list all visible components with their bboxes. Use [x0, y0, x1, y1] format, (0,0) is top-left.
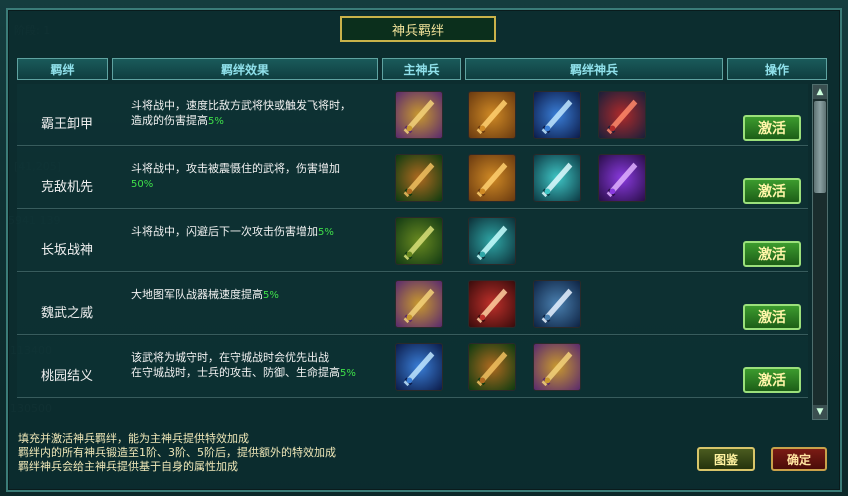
blue-sword-icon[interactable] [395, 343, 443, 391]
bond-row: 桃园结义 该武将为城守时，在守城战时会优先出战 在守城战时，士兵的攻击、防御、生命提… [17, 336, 808, 398]
scrollbar[interactable]: ▲ ▼ [812, 84, 828, 420]
bond-name: 魏武之威 [40, 306, 93, 321]
bond-effect: 大地图军队战器械速度提高5% [131, 287, 393, 303]
header-effect: 羁绊效果 [112, 58, 378, 80]
confirm-button[interactable]: 确定 [771, 447, 827, 471]
green-bow-icon[interactable] [395, 154, 443, 202]
scroll-down-icon[interactable]: ▼ [813, 405, 827, 419]
red-halberd-icon[interactable] [468, 280, 516, 328]
effect-line: 大地图军队战器械速度提高5% [131, 287, 393, 303]
green-bow-icon[interactable] [468, 343, 516, 391]
blue-sword-icon[interactable] [533, 91, 581, 139]
cyan-glaive-icon[interactable] [468, 217, 516, 265]
gold-axe-icon[interactable] [468, 91, 516, 139]
green-spear-icon[interactable] [395, 217, 443, 265]
purple-bow-icon[interactable] [598, 154, 646, 202]
effect-text: 大地图军队战器械速度提高 [131, 288, 263, 301]
effect-text: 该武将为城守时，在守城战时会优先出战 [131, 351, 329, 364]
bond-row: 霸王卸甲 斗将战中，速度比敌方武将快或触发飞将时， 造成的伤害提高5% 激活 [17, 84, 808, 146]
header-main-weapon: 主神兵 [382, 58, 461, 80]
bond-row: 克敌机先 斗将战中，攻击被震慑住的武将，伤害增加 50% 激活 [17, 147, 808, 209]
bond-effect: 斗将战中，闪避后下一次攻击伤害增加5% [131, 224, 393, 240]
effect-text: 斗将战中，攻击被震慑住的武将，伤害增加 [131, 162, 340, 175]
header-action: 操作 [727, 58, 827, 80]
bond-effect: 斗将战中，攻击被震慑住的武将，伤害增加 50% [131, 161, 393, 192]
footer-line: 羁绊内的所有神兵锻造至1阶、3阶、5阶后，提供额外的特效加成 [18, 446, 336, 459]
gold-blade-icon[interactable] [395, 280, 443, 328]
effect-text: 造成的伤害提高 [131, 114, 208, 127]
effect-percent: 5% [318, 227, 334, 238]
effect-line: 斗将战中，速度比敌方武将快或触发飞将时， [131, 98, 393, 113]
effect-line: 造成的伤害提高5% [131, 113, 393, 129]
footer-line: 填充并激活神兵羁绊，能为主神兵提供特效加成 [18, 432, 249, 445]
blue-greatsword-icon[interactable] [533, 280, 581, 328]
activate-button[interactable]: 激活 [743, 178, 801, 204]
effect-line: 该武将为城守时，在守城战时会优先出战 [131, 350, 393, 365]
effect-percent: 5% [263, 290, 279, 301]
activate-button[interactable]: 激活 [743, 304, 801, 330]
scroll-up-icon[interactable]: ▲ [813, 85, 827, 99]
bond-list: 霸王卸甲 斗将战中，速度比敌方武将快或触发飞将时， 造成的伤害提高5% 激活 克敌机先斗… [17, 84, 808, 420]
atlas-button[interactable]: 图鉴 [697, 447, 755, 471]
effect-line: 在守城战时，士兵的攻击、防御、生命提高5% [131, 365, 393, 381]
gold-axe-icon[interactable] [468, 154, 516, 202]
bond-row: 魏武之威 大地图军队战器械速度提高5% 激活 [17, 273, 808, 335]
header-bond: 羁绊 [17, 58, 108, 80]
footer-line: 羁绊神兵会给主神兵提供基于自身的属性加成 [18, 460, 238, 473]
footer-description: 填充并激活神兵羁绊，能为主神兵提供特效加成 羁绊内的所有神兵锻造至1阶、3阶、5… [18, 432, 336, 474]
scrollbar-thumb[interactable] [814, 101, 826, 193]
effect-percent: 50% [131, 179, 154, 190]
activate-button[interactable]: 激活 [743, 241, 801, 267]
dialog-title: 神兵羁绊 [340, 16, 496, 42]
bond-effect: 斗将战中，速度比敌方武将快或触发飞将时， 造成的伤害提高5% [131, 98, 393, 129]
bond-name: 克敌机先 [40, 180, 93, 195]
gold-blade-icon[interactable] [533, 343, 581, 391]
gold-blade-icon[interactable] [395, 91, 443, 139]
activate-button[interactable]: 激活 [743, 115, 801, 141]
effect-line: 50% [131, 176, 393, 192]
effect-line: 斗将战中，攻击被震慑住的武将，伤害增加 [131, 161, 393, 176]
bond-name: 长坂战神 [40, 243, 93, 258]
bond-effect: 该武将为城守时，在守城战时会优先出战 在守城战时，士兵的攻击、防御、生命提高5% [131, 350, 393, 381]
effect-line: 斗将战中，闪避后下一次攻击伤害增加5% [131, 224, 393, 240]
cyan-crossbow-icon[interactable] [533, 154, 581, 202]
header-bond-weapons: 羁绊神兵 [465, 58, 723, 80]
activate-button[interactable]: 激活 [743, 367, 801, 393]
red-blade-icon[interactable] [598, 91, 646, 139]
bond-row: 长坂战神 斗将战中，闪避后下一次攻击伤害增加5% 激活 [17, 210, 808, 272]
effect-percent: 5% [340, 368, 356, 379]
effect-text: 斗将战中，闪避后下一次攻击伤害增加 [131, 225, 318, 238]
bond-name: 霸王卸甲 [40, 117, 93, 132]
bond-name: 桃园结义 [40, 369, 93, 384]
effect-text: 斗将战中，速度比敌方武将快或触发飞将时， [131, 99, 351, 112]
effect-text: 在守城战时，士兵的攻击、防御、生命提高 [131, 366, 340, 379]
effect-percent: 5% [208, 116, 224, 127]
